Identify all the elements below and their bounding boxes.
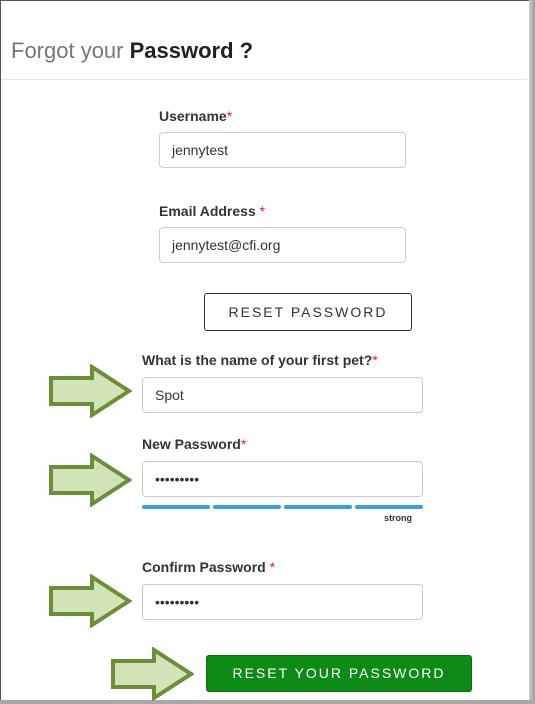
confirm-password-label: Confirm Password * — [142, 559, 275, 575]
required-mark: * — [226, 108, 233, 124]
strength-segment-4 — [355, 505, 423, 509]
username-label-text: Username — [159, 108, 227, 124]
right-arrow-icon — [49, 364, 132, 418]
username-input[interactable]: jennytest — [159, 132, 406, 168]
required-mark: * — [240, 436, 247, 452]
email-label-text: Email Address — [159, 203, 260, 219]
new-password-label: New Password* — [142, 436, 246, 452]
confirm-password-input[interactable]: ••••••••• — [142, 584, 423, 620]
right-arrow-icon — [49, 453, 132, 507]
strength-segment-2 — [213, 505, 281, 509]
email-input[interactable]: jennytest@cfi.org — [159, 227, 406, 263]
page-shadow-bottom — [0, 700, 535, 704]
new-password-label-text: New Password — [142, 436, 241, 452]
new-password-input[interactable]: ••••••••• — [142, 461, 423, 497]
page-header: Forgot your Password ? — [1, 1, 527, 80]
page-title: Forgot your Password ? — [11, 38, 253, 64]
strength-label: strong — [384, 513, 412, 523]
required-mark: * — [372, 352, 378, 368]
strength-segment-1 — [142, 505, 210, 509]
right-arrow-icon — [111, 647, 194, 701]
reset-password-button[interactable]: RESET PASSWORD — [204, 293, 412, 331]
required-mark: * — [269, 559, 276, 575]
username-label: Username* — [159, 108, 232, 124]
title-prefix: Forgot your — [11, 38, 130, 63]
strength-segment-3 — [284, 505, 352, 509]
required-mark: * — [259, 203, 266, 219]
security-answer-input[interactable]: Spot — [142, 377, 423, 413]
security-question-label: What is the name of your first pet?* — [142, 352, 378, 368]
reset-your-password-button[interactable]: RESET YOUR PASSWORD — [206, 655, 472, 692]
email-label: Email Address * — [159, 203, 265, 219]
title-bold: Password ? — [129, 38, 254, 63]
right-arrow-icon — [49, 574, 132, 628]
confirm-password-label-text: Confirm Password — [142, 559, 270, 575]
page-shadow-right — [529, 0, 535, 704]
security-question-label-text: What is the name of your first pet? — [142, 352, 373, 368]
